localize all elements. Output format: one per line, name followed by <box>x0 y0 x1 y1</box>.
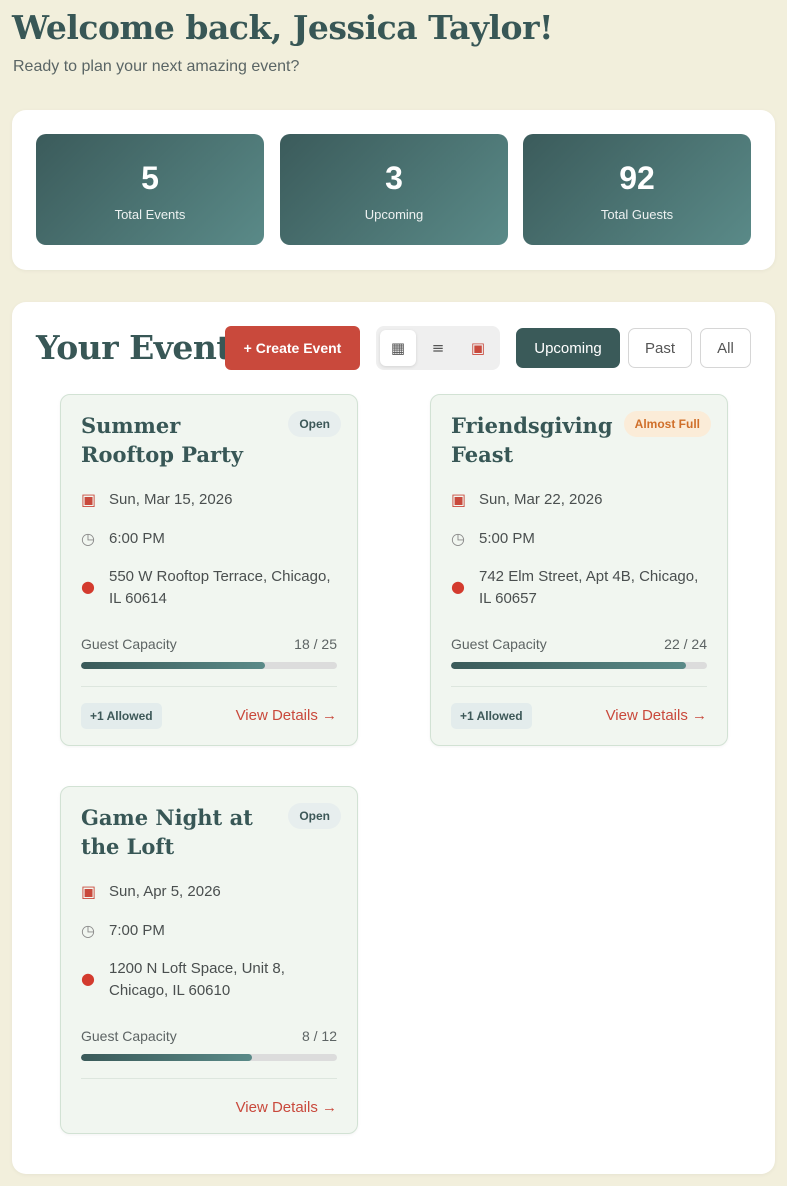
capacity-label: Guest Capacity <box>81 1028 177 1044</box>
calendar-view-button[interactable]: ▣ <box>460 330 496 366</box>
capacity-progress-fill <box>451 662 686 669</box>
view-details-link[interactable]: View Details → <box>606 707 707 724</box>
clock-icon: ◷ <box>81 921 95 940</box>
create-event-button[interactable]: + Create Event <box>225 326 360 370</box>
capacity-progress-track <box>451 662 707 669</box>
stat-label: Total Guests <box>600 207 674 222</box>
event-time-row: ◷ 5:00 PM <box>451 528 713 550</box>
event-title: Friendsgiving Feast <box>451 413 613 467</box>
view-details-link[interactable]: View Details → <box>236 1099 337 1116</box>
welcome-subtitle: Ready to plan your next amazing event? <box>13 58 300 75</box>
event-location: 1200 N Loft Space, Unit 8, Chicago, IL 6… <box>109 960 285 999</box>
event-date-row: ▣ Sun, Mar 22, 2026 <box>451 489 713 511</box>
welcome-title: Welcome back, Jessica Taylor! <box>12 8 553 47</box>
clock-icon: ◷ <box>451 529 465 548</box>
stat-label: Total Events <box>114 207 186 222</box>
event-time: 7:00 PM <box>109 922 165 939</box>
stat-card-total-events: 5 Total Events <box>36 134 264 245</box>
event-time: 6:00 PM <box>109 530 165 547</box>
capacity-label: Guest Capacity <box>81 636 177 652</box>
events-panel: Your Events + Create Event ▦ ≡ ▣ Upcomin… <box>12 302 775 1174</box>
event-location-row: ● 1200 N Loft Space, Unit 8, Chicago, IL… <box>81 958 343 1002</box>
calendar-icon: ▣ <box>451 490 467 509</box>
capacity-count: 18 / 25 <box>294 636 337 652</box>
capacity-progress-fill <box>81 1054 252 1061</box>
filter-all[interactable]: All <box>700 328 751 368</box>
events-title: Your Events <box>36 328 250 367</box>
view-details-link[interactable]: View Details → <box>236 707 337 724</box>
event-date: Sun, Mar 15, 2026 <box>109 491 233 508</box>
stats-panel: 5 Total Events 3 Upcoming 92 Total Guest… <box>12 110 775 270</box>
stat-label: Upcoming <box>364 207 424 222</box>
plus-one-chip: +1 Allowed <box>451 703 532 729</box>
location-pin-icon: ● <box>451 577 465 596</box>
filter-past[interactable]: Past <box>628 328 692 368</box>
stat-card-total-guests: 92 Total Guests <box>523 134 751 245</box>
location-pin-icon: ● <box>81 969 95 988</box>
status-badge: Open <box>288 411 341 437</box>
capacity-progress-track <box>81 1054 337 1061</box>
event-date: Sun, Mar 22, 2026 <box>479 491 603 508</box>
event-location-row: ● 742 Elm Street, Apt 4B, Chicago, IL 60… <box>451 566 713 610</box>
calendar-icon: ▣ <box>81 490 97 509</box>
event-date-row: ▣ Sun, Mar 15, 2026 <box>81 489 343 511</box>
card-divider <box>451 686 707 687</box>
event-date-row: ▣ Sun, Apr 5, 2026 <box>81 881 343 903</box>
card-divider <box>81 686 337 687</box>
filter-upcoming[interactable]: Upcoming <box>516 328 620 368</box>
event-location: 550 W Rooftop Terrace, Chicago, IL 60614 <box>109 568 331 607</box>
event-title: Summer Rooftop Party <box>81 413 244 467</box>
plus-one-chip: +1 Allowed <box>81 703 162 729</box>
clock-icon: ◷ <box>81 529 95 548</box>
event-title: Game Night at the Loft <box>81 805 253 859</box>
event-card[interactable]: Game Night at the Loft Open ▣ Sun, Apr 5… <box>60 786 358 1134</box>
view-toggle: ▦ ≡ ▣ <box>376 326 500 370</box>
list-icon: ≡ <box>431 339 445 357</box>
status-badge: Almost Full <box>623 411 711 437</box>
event-date: Sun, Apr 5, 2026 <box>109 883 221 900</box>
list-view-button[interactable]: ≡ <box>420 330 456 366</box>
status-badge: Open <box>288 803 341 829</box>
capacity-progress-fill <box>81 662 266 669</box>
stat-value: 92 <box>619 160 655 196</box>
event-time-row: ◷ 7:00 PM <box>81 920 343 942</box>
stat-value: 5 <box>141 160 159 196</box>
grid-icon: ▦ <box>390 339 406 357</box>
calendar-icon: ▣ <box>81 882 97 901</box>
capacity-count: 8 / 12 <box>301 1028 337 1044</box>
event-location-row: ● 550 W Rooftop Terrace, Chicago, IL 606… <box>81 566 343 610</box>
event-time-row: ◷ 6:00 PM <box>81 528 343 550</box>
event-location: 742 Elm Street, Apt 4B, Chicago, IL 6065… <box>479 568 699 607</box>
capacity-count: 22 / 24 <box>664 636 707 652</box>
capacity-label: Guest Capacity <box>451 636 547 652</box>
stat-card-upcoming: 3 Upcoming <box>280 134 508 245</box>
stat-value: 3 <box>385 160 403 196</box>
event-time: 5:00 PM <box>479 530 535 547</box>
event-card[interactable]: Friendsgiving Feast Almost Full ▣ Sun, M… <box>430 394 728 746</box>
event-card[interactable]: Summer Rooftop Party Open ▣ Sun, Mar 15,… <box>60 394 358 746</box>
location-pin-icon: ● <box>81 577 95 596</box>
card-divider <box>81 1078 337 1079</box>
calendar-icon: ▣ <box>470 339 486 357</box>
grid-view-button[interactable]: ▦ <box>380 330 416 366</box>
capacity-progress-track <box>81 662 337 669</box>
